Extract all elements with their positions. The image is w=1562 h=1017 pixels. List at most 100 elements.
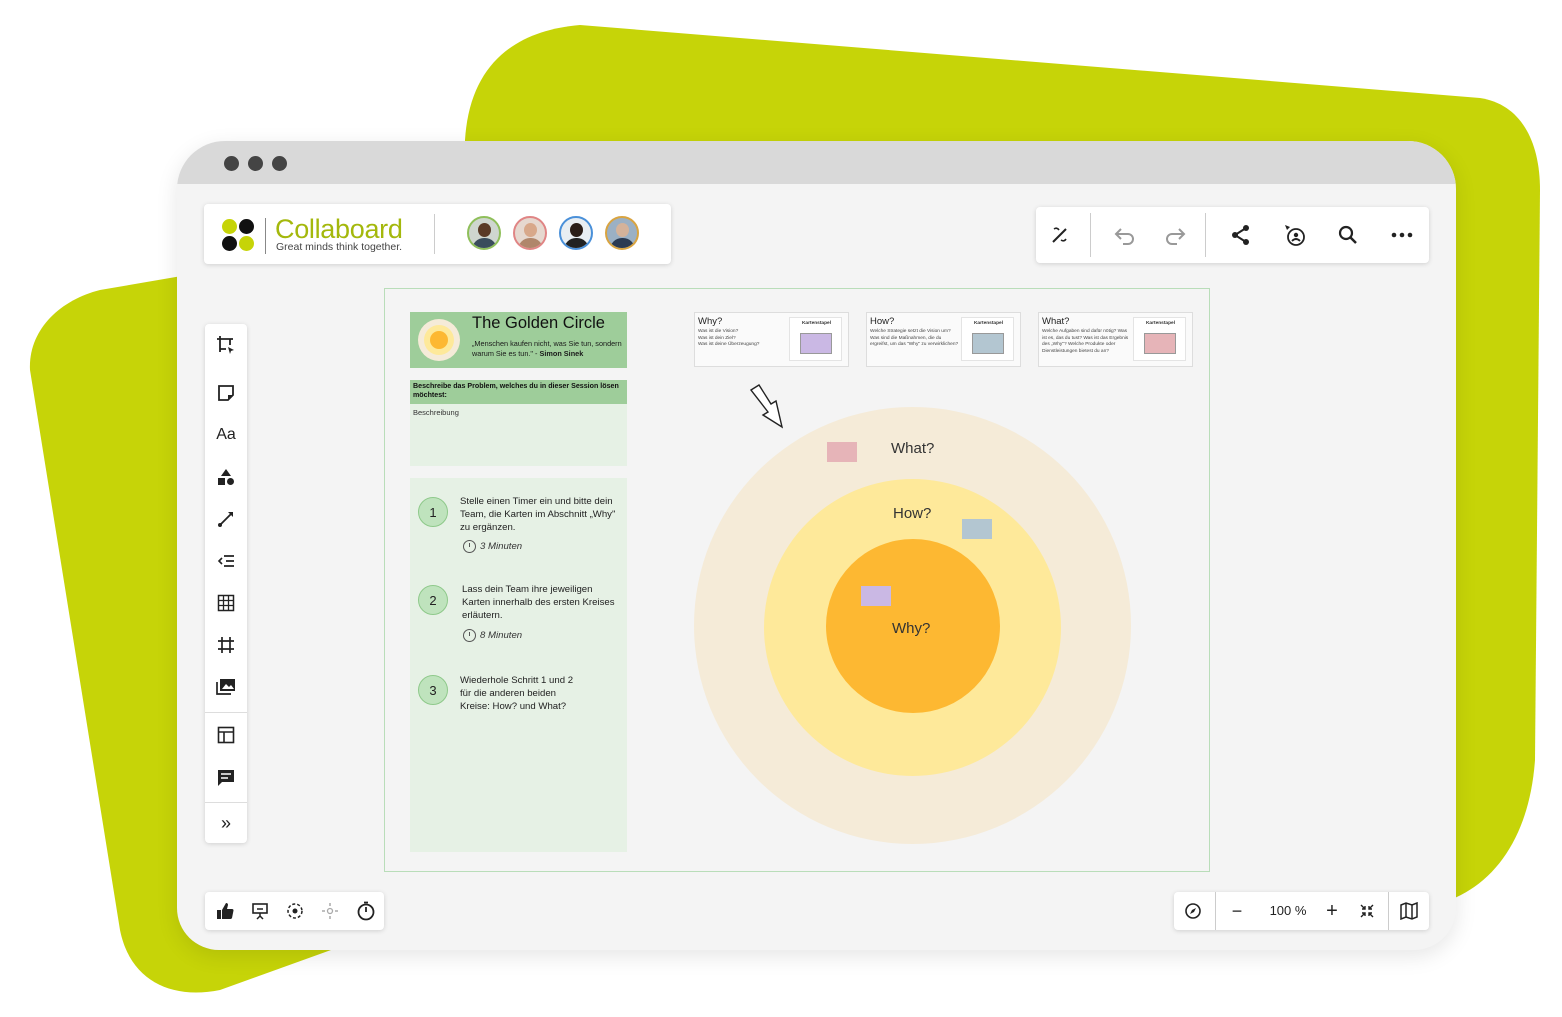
circle-label-why: Why?: [892, 620, 931, 637]
golden-circle-logo-icon: [418, 319, 460, 361]
golden-circle-quote: „Menschen kaufen nicht, was Sie tun, son…: [472, 339, 622, 359]
left-toolbar: Aa »: [205, 324, 247, 843]
card-title: What?: [1042, 316, 1070, 327]
how-card[interactable]: How? Welche Strategie setzt die Vision u…: [866, 312, 1021, 367]
card-stack[interactable]: Kartenstapel: [789, 317, 842, 361]
card-description: Was ist die Vision? Was ist dein Ziel? W…: [698, 329, 760, 347]
presentation-icon[interactable]: [249, 900, 271, 922]
circle-label-how: How?: [893, 505, 932, 522]
card-title: How?: [870, 316, 895, 327]
stack-label: Kartenstapel: [801, 321, 832, 326]
brand-tagline: Great minds think together.: [276, 241, 403, 253]
zoom-out-button[interactable]: −: [1226, 900, 1248, 922]
stack-card[interactable]: [1144, 333, 1176, 354]
step-number: 1: [418, 497, 448, 527]
image-icon[interactable]: [212, 673, 240, 701]
bottom-left-toolbar: [205, 892, 384, 930]
card-stack[interactable]: Kartenstapel: [1133, 317, 1186, 361]
card-description: Welche Strategie setzt die Vision um? Wa…: [870, 329, 959, 347]
follow-presenter-icon[interactable]: [1281, 221, 1309, 249]
step-text: Wiederhole Schritt 1 und 2 für die ander…: [460, 675, 574, 712]
clock-icon: [463, 629, 476, 642]
what-card[interactable]: What? Welche Aufgaben sind dafür nötig? …: [1038, 312, 1193, 367]
stack-label: Kartenstapel: [1145, 321, 1176, 326]
undo-icon[interactable]: [1111, 221, 1139, 249]
frame-icon[interactable]: [212, 631, 240, 659]
toolbar-divider: [1388, 892, 1389, 930]
problem-description-field[interactable]: Beschreibung: [413, 408, 459, 417]
step-duration: 8 Minuten: [463, 629, 522, 642]
redo-icon[interactable]: [1161, 221, 1189, 249]
user-avatar-4[interactable]: [605, 216, 639, 250]
step-number: 3: [418, 675, 448, 705]
toolbar-divider: [205, 712, 247, 713]
sticky-note[interactable]: [962, 519, 992, 539]
problem-heading: Beschreibe das Problem, welches du in di…: [410, 380, 627, 404]
header-divider: [434, 214, 435, 254]
timer-icon[interactable]: [355, 900, 377, 922]
stack-label: Kartenstapel: [973, 321, 1004, 326]
top-toolbar: [1036, 207, 1429, 263]
window-dot[interactable]: [248, 156, 263, 171]
header-panel: Collaboard Great minds think together.: [204, 204, 671, 264]
toolbar-divider: [1090, 213, 1091, 257]
more-icon[interactable]: [1388, 221, 1416, 249]
window-dot[interactable]: [272, 156, 287, 171]
select-frame-icon[interactable]: [212, 331, 240, 359]
app-window: Collaboard Great minds think together. A…: [177, 141, 1456, 950]
toolbar-divider: [1205, 213, 1206, 257]
step-duration: 3 Minuten: [463, 540, 522, 553]
card-stack[interactable]: Kartenstapel: [961, 317, 1014, 361]
step-text: Lass dein Team ihre jeweiligen Karten in…: [462, 584, 615, 621]
step-duration-text: 8 Minuten: [480, 630, 523, 641]
golden-circle-header[interactable]: The Golden Circle „Menschen kaufen nicht…: [410, 312, 627, 368]
zoom-level[interactable]: 100 %: [1258, 903, 1318, 918]
template-icon[interactable]: [212, 721, 240, 749]
toolbar-divider: [1215, 892, 1216, 930]
minimap-icon[interactable]: [1398, 900, 1420, 922]
card-title: Why?: [698, 316, 723, 327]
stack-card[interactable]: [800, 333, 832, 354]
golden-circle-title: The Golden Circle: [472, 314, 605, 332]
why-card[interactable]: Why? Was ist die Vision? Was ist dein Zi…: [694, 312, 849, 367]
comment-icon[interactable]: [212, 764, 240, 792]
user-avatar-2[interactable]: [513, 216, 547, 250]
window-dot[interactable]: [224, 156, 239, 171]
fit-screen-icon[interactable]: [1356, 900, 1378, 922]
quote-author: Simon Sinek: [539, 349, 584, 358]
like-icon[interactable]: [214, 900, 236, 922]
bottom-right-toolbar: − 100 % +: [1174, 892, 1429, 930]
magic-pen-icon[interactable]: [1046, 221, 1074, 249]
search-icon[interactable]: [1334, 221, 1362, 249]
arrow-icon[interactable]: [749, 384, 787, 430]
step-duration-text: 3 Minuten: [480, 541, 523, 552]
list-icon[interactable]: [212, 547, 240, 575]
sticky-note-icon[interactable]: [212, 379, 240, 407]
sticky-note[interactable]: [827, 442, 857, 462]
step-number: 2: [418, 585, 448, 615]
problem-description-box[interactable]: Beschreibe das Problem, welches du in di…: [410, 380, 627, 466]
window-titlebar: [177, 141, 1456, 184]
board-frame[interactable]: The Golden Circle „Menschen kaufen nicht…: [384, 288, 1210, 872]
collaboard-logo: [222, 219, 256, 253]
logo-divider: [265, 218, 266, 254]
card-description: Welche Aufgaben sind dafür nötig? Was is…: [1042, 329, 1129, 354]
step-text: Stelle einen Timer ein und bitte dein Te…: [460, 496, 616, 533]
instructions-box[interactable]: 1 Stelle einen Timer ein und bitte dein …: [410, 478, 627, 852]
zoom-in-button[interactable]: +: [1321, 900, 1343, 922]
connector-icon[interactable]: [212, 505, 240, 533]
text-tool[interactable]: Aa: [212, 421, 240, 449]
compass-icon[interactable]: [1182, 900, 1204, 922]
expand-icon[interactable]: »: [212, 809, 240, 837]
toolbar-divider: [205, 802, 247, 803]
circle-label-what: What?: [891, 440, 935, 457]
user-avatar-3[interactable]: [559, 216, 593, 250]
share-icon[interactable]: [1227, 221, 1255, 249]
focus-icon[interactable]: [284, 900, 306, 922]
user-avatar-1[interactable]: [467, 216, 501, 250]
shapes-icon[interactable]: [212, 463, 240, 491]
sticky-note[interactable]: [861, 586, 891, 606]
attention-icon[interactable]: [319, 900, 341, 922]
table-icon[interactable]: [212, 589, 240, 617]
stack-card[interactable]: [972, 333, 1004, 354]
